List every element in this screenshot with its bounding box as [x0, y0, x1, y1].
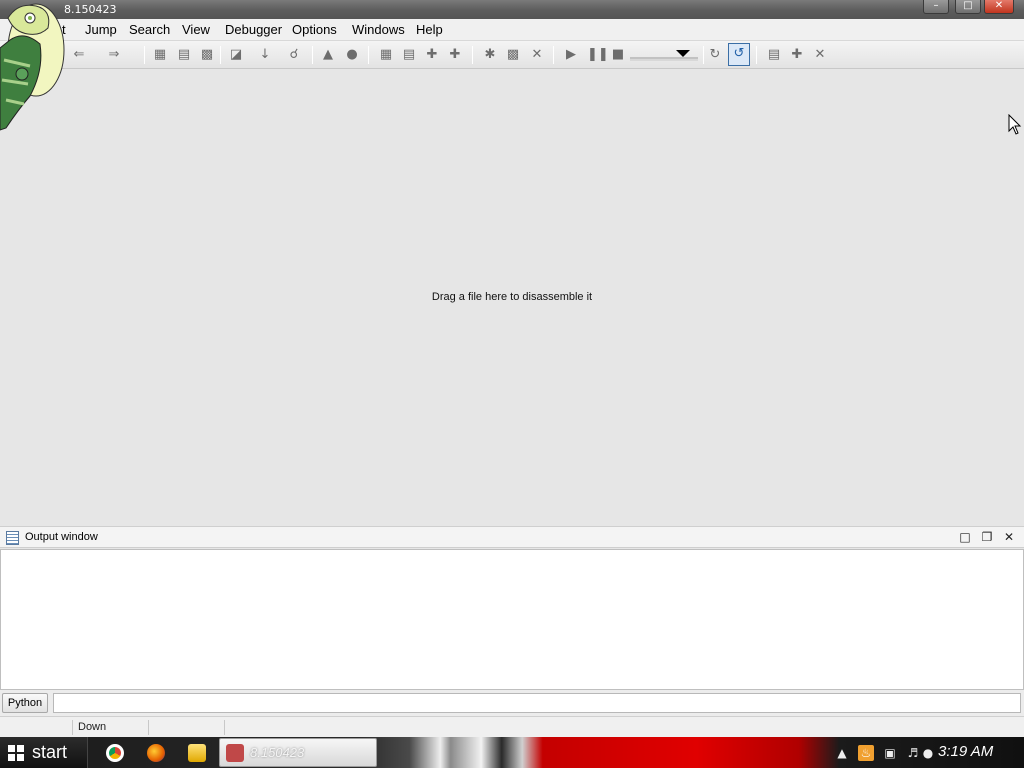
status-state: Down [78, 721, 107, 733]
plugin-icon[interactable]: ✱ [482, 47, 498, 63]
mouse-cursor-icon [1008, 114, 1022, 135]
menu-search[interactable]: Search [127, 22, 172, 37]
back-arrow-icon[interactable]: ⇐ [71, 47, 87, 63]
show-hidden-icon[interactable]: ▲ [834, 745, 850, 761]
toolbar: ⇐ ⇒ ▦ ▤ ▩ ◪ ↓ ☌ ▲ ● ▦ ▤ ✚ ✚ ✱ ▩ ✕ ▶ ❚❚ ■… [0, 41, 1024, 69]
search-icon[interactable]: ☌ [286, 47, 302, 63]
add-string-icon[interactable]: ✚ [424, 47, 440, 63]
disassembly-area[interactable]: Drag a file here to disassemble it [0, 69, 1024, 526]
down-arrow-icon[interactable]: ↓ [257, 47, 273, 63]
toolbar-separator [703, 46, 704, 64]
toolbar-separator [756, 46, 757, 64]
binary-view-icon[interactable]: ▩ [199, 47, 215, 63]
maximize-icon: □ [963, 0, 973, 11]
toolbar-separator [144, 46, 145, 64]
java-icon[interactable]: ♨ [858, 745, 874, 761]
close-button[interactable]: ✕ [984, 0, 1014, 14]
add-data-icon[interactable]: ▤ [401, 47, 417, 63]
power-icon[interactable]: ● [920, 745, 936, 761]
circle-icon[interactable]: ● [344, 47, 360, 63]
chevron-down-icon [676, 50, 690, 57]
menu-windows[interactable]: Windows [350, 22, 407, 37]
mascot-overlay-image [0, 3, 65, 131]
refresh-button[interactable]: ↺ [728, 43, 750, 66]
remove-breakpoint-icon[interactable]: ✕ [812, 47, 828, 63]
title-bar: 8.150423 – □ ✕ [0, 0, 1024, 19]
firefox-icon[interactable] [147, 744, 165, 762]
debugger-select[interactable] [630, 48, 698, 62]
command-input[interactable] [53, 693, 1021, 713]
output-window-body[interactable] [0, 549, 1024, 690]
toolbar-separator [312, 46, 313, 64]
toolbar-separator [368, 46, 369, 64]
file-explorer-icon[interactable] [188, 744, 206, 762]
command-line-row: Python [0, 690, 1024, 716]
drop-hint: Drag a file here to disassemble it [431, 291, 593, 303]
add-breakpoint-icon[interactable]: ✚ [789, 47, 805, 63]
chrome-icon[interactable] [106, 744, 124, 762]
delete-icon[interactable]: ✕ [529, 47, 545, 63]
add-code-icon[interactable]: ▦ [378, 47, 394, 63]
open-icon[interactable]: ◪ [228, 47, 244, 63]
forward-arrow-icon[interactable]: ⇒ [106, 47, 122, 63]
network-icon[interactable]: ▣ [882, 745, 898, 761]
python-button[interactable]: Python [2, 693, 48, 713]
menu-options[interactable]: Options [290, 22, 339, 37]
start-button[interactable]: start [0, 737, 88, 768]
pause-icon[interactable]: ❚❚ [587, 47, 609, 63]
taskbar-window-label: 8.150423 [250, 745, 305, 760]
close-icon[interactable]: ✕ [1001, 529, 1017, 545]
output-window-header: Output window □ ❐ ✕ [0, 526, 1024, 548]
restore-icon[interactable]: ❐ [979, 529, 995, 545]
menu-bar: t Jump Search View Debugger Options Wind… [0, 19, 1024, 41]
taskbar: start 8.150423 ▲ ♨ ▣ ♬ ● 3:19 AM [0, 737, 1024, 768]
close-icon: ✕ [994, 0, 1004, 11]
menu-jump[interactable]: Jump [83, 22, 119, 37]
graph-icon[interactable]: ▲ [320, 47, 336, 63]
hex-view-icon[interactable]: ▦ [152, 47, 168, 63]
app-icon [226, 744, 244, 762]
stop-icon[interactable]: ■ [610, 47, 626, 63]
patch-icon[interactable]: ▩ [505, 47, 521, 63]
breakpoint-list-icon[interactable]: ▤ [766, 47, 782, 63]
clock[interactable]: 3:19 AM [938, 743, 993, 760]
toolbar-separator [220, 46, 221, 64]
run-icon[interactable]: ▶ [563, 47, 579, 63]
text-view-icon[interactable]: ▤ [176, 47, 192, 63]
menu-help[interactable]: Help [414, 22, 445, 37]
menu-view[interactable]: View [180, 22, 212, 37]
minimize-icon: – [933, 0, 939, 11]
refresh-icon: ↺ [733, 46, 745, 61]
taskbar-window-button[interactable]: 8.150423 [219, 738, 377, 767]
add-struct-icon[interactable]: ✚ [447, 47, 463, 63]
window-title: 8.150423 [64, 3, 117, 16]
maximize-icon[interactable]: □ [957, 529, 973, 545]
status-separator [72, 720, 73, 735]
menu-debugger[interactable]: Debugger [223, 22, 284, 37]
step-icon[interactable]: ↻ [707, 47, 723, 63]
output-window-title: Output window [25, 531, 98, 543]
start-label: start [32, 742, 68, 762]
status-separator [148, 720, 149, 735]
windows-flag-icon [8, 745, 24, 761]
toolbar-separator [553, 46, 554, 64]
toolbar-separator [472, 46, 473, 64]
status-separator [224, 720, 225, 735]
maximize-button[interactable]: □ [955, 0, 981, 14]
status-bar: Down [0, 716, 1024, 737]
minimize-button[interactable]: – [923, 0, 949, 14]
volume-icon[interactable]: ♬ [905, 745, 921, 761]
output-window-icon [6, 531, 19, 545]
